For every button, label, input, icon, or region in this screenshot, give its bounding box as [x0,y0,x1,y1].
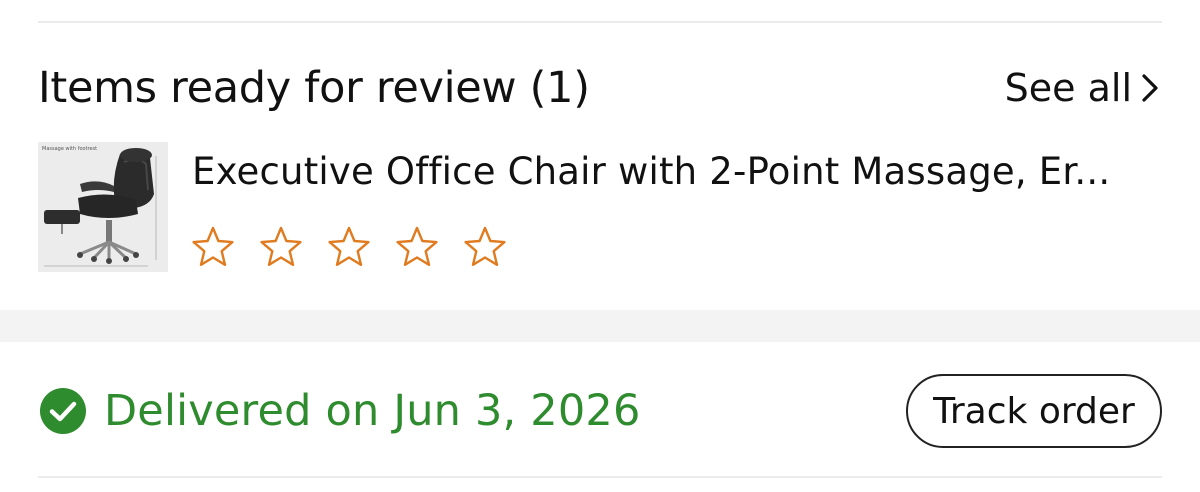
office-chair-image: Massage with footrest [38,142,168,272]
check-circle-icon [40,388,86,434]
delivery-status-text: Delivered on Jun 3, 2026 [104,386,641,436]
product-thumbnail[interactable]: Massage with footrest [38,142,168,272]
star-rating-input[interactable] [190,224,508,270]
review-section-title: Items ready for review (1) [38,63,590,113]
see-all-link[interactable]: See all [1005,66,1162,110]
delivery-status-row: Delivered on Jun 3, 2026 Track order [38,368,1162,454]
chevron-right-icon [1142,74,1158,102]
delivery-status: Delivered on Jun 3, 2026 [38,386,641,436]
star-1-icon[interactable] [190,224,236,270]
see-all-label: See all [1004,66,1132,110]
star-4-icon[interactable] [394,224,440,270]
bottom-divider [38,476,1162,478]
star-2-icon[interactable] [258,224,304,270]
star-3-icon[interactable] [326,224,372,270]
product-title[interactable]: Executive Office Chair with 2-Point Mass… [192,146,1160,198]
section-separator [0,310,1200,342]
review-section-header: Items ready for review (1) See all [38,56,1162,120]
thumbnail-caption: Massage with footrest [42,146,97,152]
top-divider [38,21,1162,23]
star-5-icon[interactable] [462,224,508,270]
review-product-item[interactable]: Massage with footrest Executive Office C… [38,142,1162,274]
track-order-button[interactable]: Track order [906,374,1162,448]
